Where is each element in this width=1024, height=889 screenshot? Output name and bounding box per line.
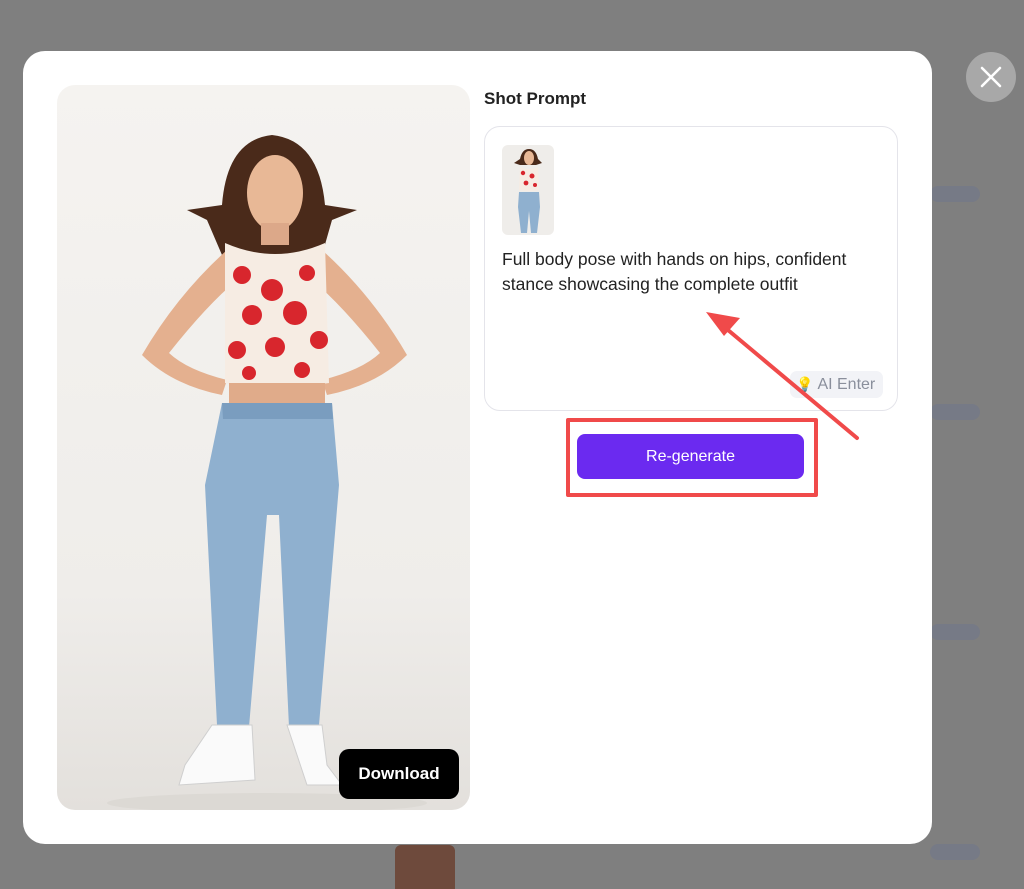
background-element (930, 624, 980, 640)
ai-enter-label: AI Enter (817, 375, 876, 393)
lightbulb-icon: 💡 (796, 376, 814, 392)
thumbnail-image (514, 149, 542, 233)
section-title: Shot Prompt (484, 89, 586, 108)
background-element (930, 844, 980, 860)
model-figure (107, 135, 427, 810)
reference-thumbnail[interactable] (502, 145, 554, 235)
prompt-text[interactable]: Full body pose with hands on hips, confi… (502, 247, 882, 297)
ai-enter-button[interactable]: 💡 AI Enter (790, 371, 884, 398)
close-icon (980, 66, 1002, 88)
generated-image (57, 85, 470, 810)
download-button[interactable]: Download (339, 749, 459, 799)
background-element (930, 404, 980, 420)
background-element (930, 186, 980, 202)
close-button[interactable] (966, 52, 1016, 102)
regenerate-button[interactable]: Re-generate (577, 434, 804, 479)
background-element (395, 845, 455, 889)
